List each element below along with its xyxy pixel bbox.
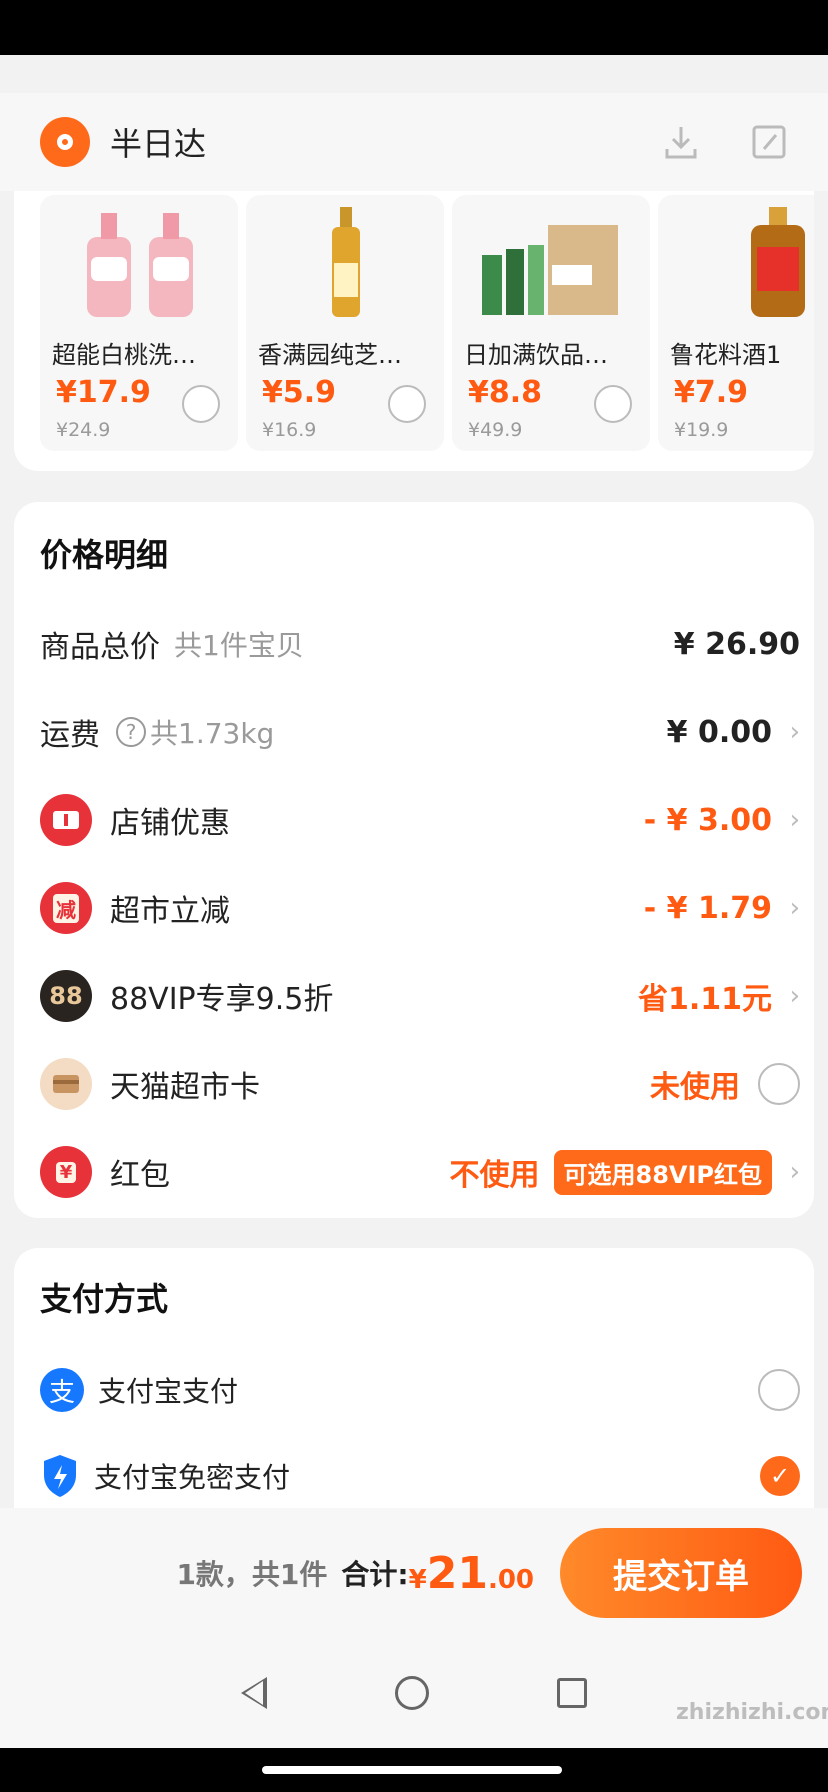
card-icon bbox=[40, 1058, 92, 1110]
recommended-products: 超能白桃洗… ¥17.9 ¥24.9 香满园纯芝… ¥5.9 ¥16.9 日加满… bbox=[14, 191, 814, 471]
market-discount-value: - ¥ 1.79 bbox=[643, 890, 772, 926]
red-packet-row[interactable]: ¥ 红包 不使用 可选用88VIP红包 › bbox=[40, 1142, 800, 1202]
shield-icon bbox=[40, 1453, 80, 1499]
vip-88-icon: 88 bbox=[40, 970, 92, 1022]
product-image bbox=[718, 203, 814, 319]
chevron-right-icon: › bbox=[789, 805, 800, 835]
price-detail-title: 价格明细 bbox=[40, 536, 169, 574]
shop-discount-row[interactable]: 店铺优惠 - ¥ 3.00 › bbox=[40, 790, 800, 850]
goods-total-label: 商品总价 bbox=[40, 630, 160, 665]
back-icon[interactable] bbox=[241, 1677, 267, 1709]
alipay-nopassword-label: 支付宝免密支付 bbox=[94, 1461, 291, 1494]
market-card-value: 未使用 bbox=[650, 1070, 740, 1105]
location-icon bbox=[40, 117, 90, 167]
chevron-right-icon: › bbox=[789, 981, 800, 1011]
product-select-radio[interactable] bbox=[182, 385, 220, 423]
market-card-label: 天猫超市卡 bbox=[110, 1070, 260, 1105]
address-header: 半日达 bbox=[0, 93, 828, 191]
vip-red-packet-badge[interactable]: 可选用88VIP红包 bbox=[553, 1149, 772, 1195]
product-name: 鲁花料酒1 bbox=[670, 341, 782, 369]
alipay-label: 支付宝支付 bbox=[98, 1375, 239, 1408]
market-card-row[interactable]: 天猫超市卡 未使用 bbox=[40, 1054, 800, 1114]
checkout-bar: 1款，共1件 合计: ¥21.00 提交订单 bbox=[0, 1508, 828, 1638]
home-icon[interactable] bbox=[395, 1676, 429, 1710]
product-name: 超能白桃洗… bbox=[52, 341, 196, 369]
recent-apps-icon[interactable] bbox=[557, 1678, 587, 1708]
product-image bbox=[472, 203, 632, 319]
chevron-right-icon: › bbox=[789, 717, 800, 747]
chevron-right-icon: › bbox=[789, 1157, 800, 1187]
payment-method-title: 支付方式 bbox=[40, 1280, 169, 1318]
price-detail-card: 价格明细 商品总价 共1件宝贝 ¥ 26.90 运费 ? 共1.73kg ¥ 0… bbox=[14, 502, 814, 1218]
system-nav-bar bbox=[0, 1638, 828, 1748]
help-icon[interactable]: ? bbox=[116, 717, 146, 747]
discount-tag-icon: 减 bbox=[40, 882, 92, 934]
shipping-label: 运费 bbox=[40, 718, 100, 753]
goods-total-value: ¥ 26.90 bbox=[673, 626, 800, 662]
product-name: 日加满饮品… bbox=[464, 341, 608, 369]
status-bar bbox=[0, 0, 828, 55]
product-select-radio[interactable] bbox=[388, 385, 426, 423]
alipay-option[interactable]: 支 支付宝支付 bbox=[40, 1360, 800, 1420]
alipay-radio[interactable] bbox=[758, 1369, 800, 1411]
goods-total-row: 商品总价 共1件宝贝 ¥ 26.90 bbox=[40, 614, 800, 674]
product-card[interactable]: 香满园纯芝… ¥5.9 ¥16.9 bbox=[246, 195, 444, 451]
product-original-price: ¥16.9 bbox=[262, 419, 317, 441]
product-price: ¥17.9 bbox=[56, 375, 151, 410]
product-card[interactable]: 超能白桃洗… ¥17.9 ¥24.9 bbox=[40, 195, 238, 451]
alipay-nopassword-option[interactable]: 支付宝免密支付 ✓ bbox=[40, 1446, 800, 1506]
payment-method-card: 支付方式 支 支付宝支付 支付宝免密支付 ✓ bbox=[14, 1248, 814, 1508]
product-price: ¥7.9 bbox=[674, 375, 749, 410]
red-packet-icon: ¥ bbox=[40, 1146, 92, 1198]
shipping-value: ¥ 0.00 bbox=[666, 714, 772, 750]
product-card[interactable]: 鲁花料酒1 ¥7.9 ¥19.9 bbox=[658, 195, 814, 451]
shop-discount-label: 店铺优惠 bbox=[110, 806, 230, 841]
vip-saving-value: 省1.11元 bbox=[637, 982, 772, 1017]
red-packet-label: 红包 bbox=[110, 1158, 170, 1193]
edit-icon[interactable] bbox=[750, 123, 788, 161]
product-image bbox=[80, 203, 200, 319]
shop-discount-value: - ¥ 3.00 bbox=[643, 802, 772, 838]
product-card[interactable]: 日加满饮品… ¥8.8 ¥49.9 bbox=[452, 195, 650, 451]
alipay-icon: 支 bbox=[40, 1368, 84, 1412]
product-original-price: ¥24.9 bbox=[56, 419, 111, 441]
shipping-row[interactable]: 运费 ? 共1.73kg ¥ 0.00 › bbox=[40, 702, 800, 762]
delivery-type-title: 半日达 bbox=[110, 125, 207, 163]
product-name: 香满园纯芝… bbox=[258, 341, 402, 369]
vip-discount-row[interactable]: 88 88VIP专享9.5折 省1.11元 › bbox=[40, 966, 800, 1026]
total-label: 合计: bbox=[341, 1558, 409, 1591]
product-image bbox=[286, 203, 406, 319]
chevron-right-icon: › bbox=[789, 893, 800, 923]
red-packet-value: 不使用 bbox=[449, 1158, 540, 1193]
market-card-radio[interactable] bbox=[758, 1063, 800, 1105]
product-original-price: ¥19.9 bbox=[674, 419, 729, 441]
goods-total-count: 共1件宝贝 bbox=[174, 629, 304, 662]
home-indicator[interactable] bbox=[262, 1766, 562, 1774]
watermark: zhizhizhi.com bbox=[676, 1700, 828, 1725]
product-price: ¥8.8 bbox=[468, 375, 543, 410]
total-amount: ¥21.00 bbox=[408, 1547, 534, 1599]
market-discount-row[interactable]: 减 超市立减 - ¥ 1.79 › bbox=[40, 878, 800, 938]
item-count: 1款，共1件 bbox=[176, 1558, 328, 1591]
product-original-price: ¥49.9 bbox=[468, 419, 523, 441]
market-discount-label: 超市立减 bbox=[110, 894, 230, 929]
download-icon[interactable] bbox=[662, 123, 700, 161]
product-select-radio[interactable] bbox=[594, 385, 632, 423]
coupon-icon bbox=[40, 794, 92, 846]
checkmark-icon[interactable]: ✓ bbox=[760, 1456, 800, 1496]
product-price: ¥5.9 bbox=[262, 375, 337, 410]
vip-discount-label: 88VIP专享9.5折 bbox=[110, 982, 334, 1017]
submit-order-button[interactable]: 提交订单 bbox=[560, 1528, 802, 1618]
shipping-weight: 共1.73kg bbox=[150, 717, 275, 750]
